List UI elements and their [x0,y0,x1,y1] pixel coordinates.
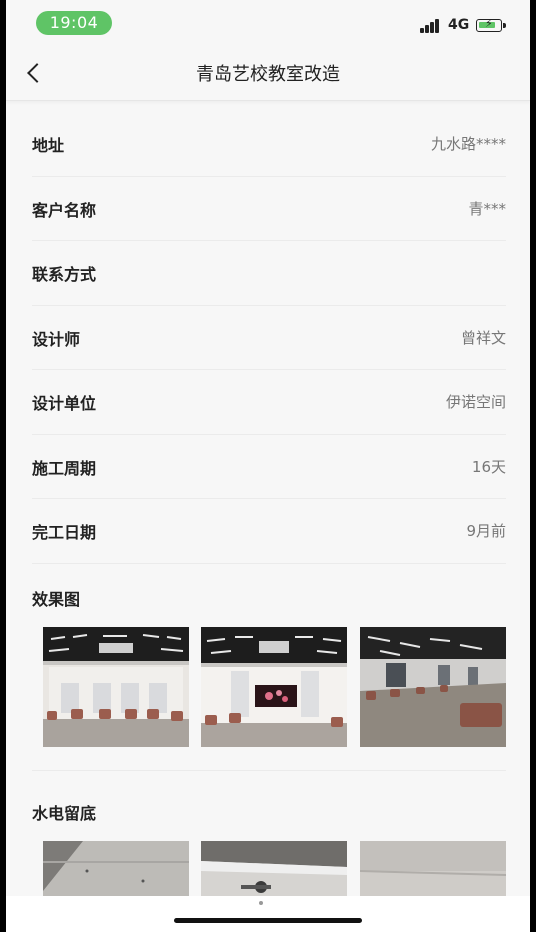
back-button[interactable] [20,58,48,88]
status-time: 19:04 [36,11,112,35]
info-value: 曾祥文 [460,328,506,347]
rendering-thumbnail-3[interactable] [360,627,506,747]
info-value: 9月前 [466,522,506,540]
status-bar: 19:04 4G ⚡ [6,0,530,46]
info-label: 施工周期 [32,458,97,478]
info-row-design-company: 设计单位 伊诺空间 [32,370,506,435]
project-info-list: 地址 九水路**** 客户名称 青*** 联系方式 设计师 曾祥文 设计单位 伊… [32,112,506,564]
info-label: 联系方式 [32,265,97,284]
info-row-address: 地址 九水路**** [32,112,506,177]
signal-icon [420,19,442,33]
info-label: 设计师 [32,329,81,349]
info-row-contact: 联系方式 [32,241,506,306]
section-title-plumbing: 水电留底 [32,804,97,823]
info-value: 伊诺空间 [445,393,506,411]
info-value: 青*** [468,199,506,218]
info-value: 16天 [471,457,506,476]
info-label: 完工日期 [32,523,97,542]
section-divider [32,770,506,771]
info-label: 设计单位 [32,394,97,413]
home-indicator[interactable] [174,918,362,923]
battery-icon: ⚡ [476,17,506,32]
network-type: 4G [448,17,470,33]
section-title-renderings: 效果图 [32,590,81,609]
info-label: 客户名称 [32,200,97,220]
info-label: 地址 [32,136,65,155]
page-dot [259,901,263,905]
rendering-thumbnail-1[interactable] [43,627,189,747]
renderings-gallery [43,627,506,747]
app-screen: 19:04 4G ⚡ 青岛艺校教室改造 地址 九水路**** 客户名称 青*** [6,0,530,932]
chevron-left-icon [27,63,47,83]
info-row-customer: 客户名称 青*** [32,177,506,241]
rendering-thumbnail-2[interactable] [201,627,347,747]
info-value: 九水路**** [430,135,506,153]
nav-bar: 青岛艺校教室改造 [6,46,530,101]
page-title: 青岛艺校教室改造 [196,64,340,85]
info-row-completion-date: 完工日期 9月前 [32,499,506,564]
info-row-designer: 设计师 曾祥文 [32,306,506,370]
bottom-bar [6,896,530,932]
info-row-duration: 施工周期 16天 [32,435,506,499]
